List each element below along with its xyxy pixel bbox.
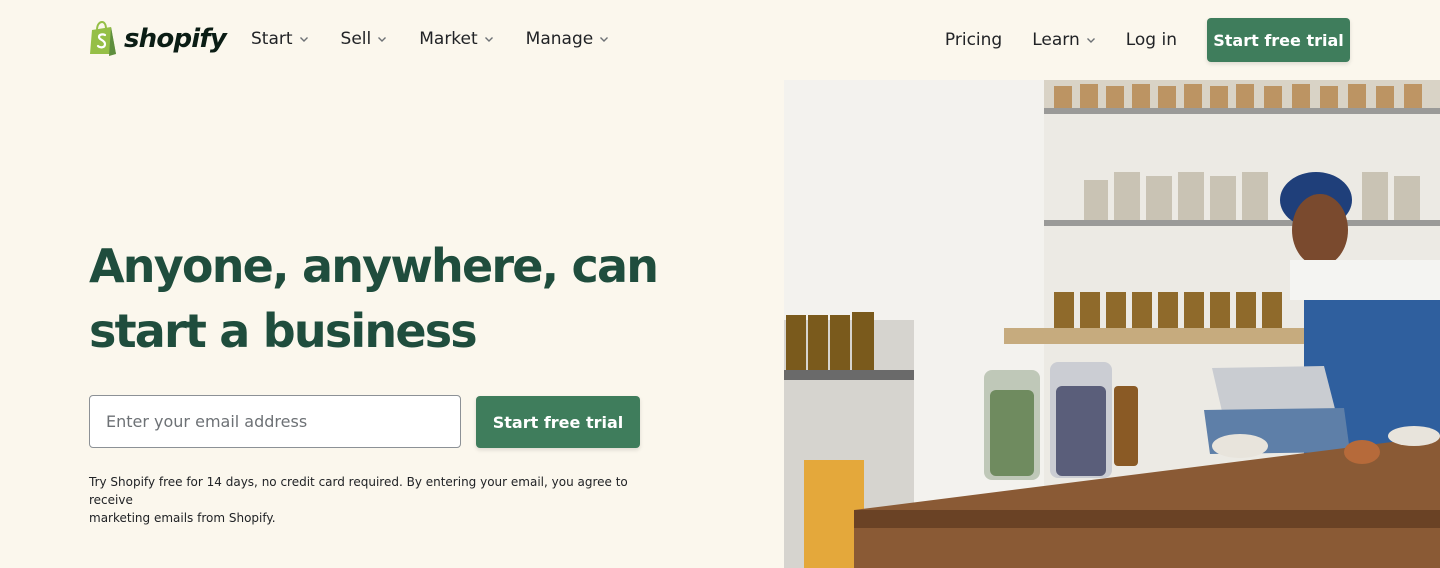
chevron-down-icon	[378, 37, 387, 42]
nav-market-label: Market	[419, 29, 478, 49]
nav-login[interactable]: Log in	[1126, 30, 1177, 50]
trial-disclaimer: Try Shopify free for 14 days, no credit …	[89, 473, 629, 527]
hero-headline-line-1: Anyone, anywhere, can	[89, 239, 659, 293]
hero-start-trial-button[interactable]: Start free trial	[476, 396, 640, 448]
chevron-down-icon	[484, 37, 493, 42]
nav-sell[interactable]: Sell	[341, 29, 388, 49]
nav-learn[interactable]: Learn	[1032, 30, 1096, 50]
shopify-logo[interactable]: shopify	[89, 21, 227, 56]
hero-headline: Anyone, anywhere, can start a business	[89, 234, 729, 364]
hero-headline-line-2: start a business	[89, 304, 478, 358]
chevron-down-icon	[299, 37, 308, 42]
merchant-workspace-illustration	[784, 80, 1440, 568]
header-start-trial-button[interactable]: Start free trial	[1207, 18, 1350, 62]
secondary-nav: Pricing Learn Log in Start free trial	[945, 18, 1350, 62]
site-header: shopify Start Sell Market Manage Pricing…	[0, 0, 1440, 80]
disclaimer-line-2: marketing emails from Shopify.	[89, 511, 276, 525]
nav-sell-label: Sell	[340, 29, 372, 49]
nav-start-label: Start	[251, 29, 293, 49]
nav-manage-label: Manage	[525, 29, 594, 49]
nav-learn-label: Learn	[1032, 30, 1080, 50]
email-placeholder: Enter your email address	[106, 412, 308, 431]
nav-start[interactable]: Start	[251, 29, 309, 49]
chevron-down-icon	[600, 37, 609, 42]
disclaimer-line-1: Try Shopify free for 14 days, no credit …	[89, 475, 628, 507]
nav-market[interactable]: Market	[419, 29, 493, 49]
shopify-bag-icon	[90, 21, 116, 56]
nav-pricing[interactable]: Pricing	[945, 30, 1002, 50]
logo-wordmark: shopify	[124, 23, 227, 54]
hero-photo	[784, 80, 1440, 568]
email-input[interactable]: Enter your email address	[89, 395, 461, 448]
primary-nav: Start Sell Market Manage	[251, 29, 641, 49]
nav-manage[interactable]: Manage	[526, 29, 610, 49]
chevron-down-icon	[1086, 38, 1095, 43]
